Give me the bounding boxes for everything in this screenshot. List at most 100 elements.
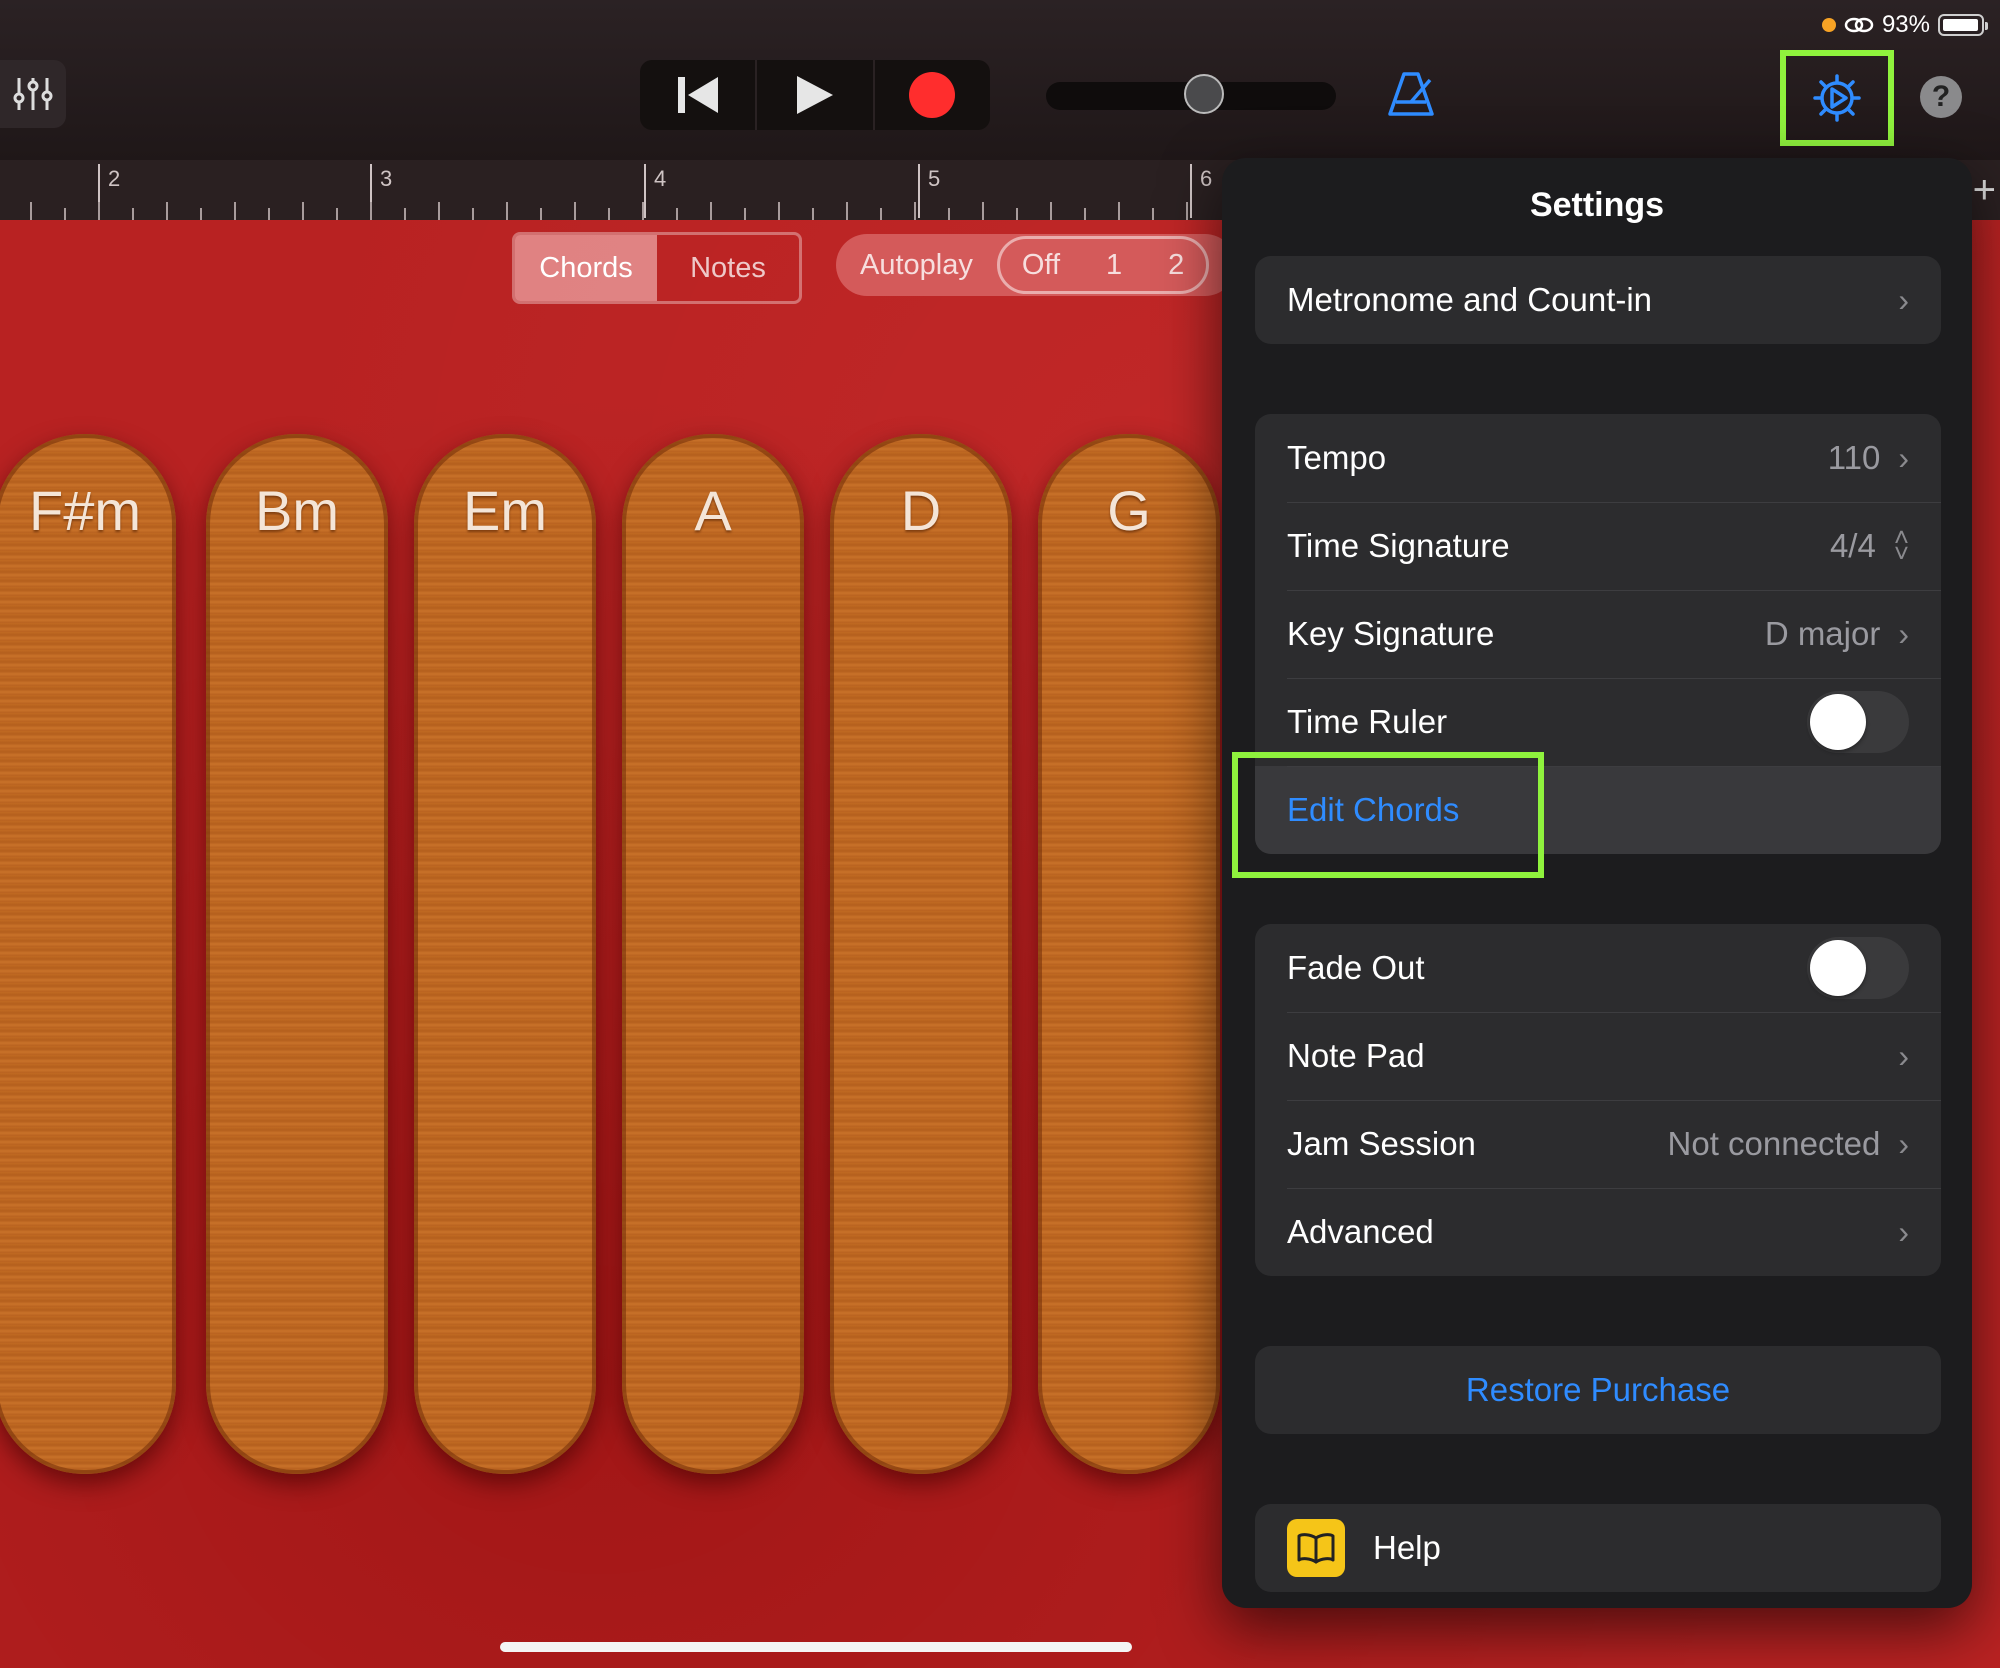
chord-strip-f-sharp-minor[interactable]: F#m: [0, 434, 176, 1474]
settings-gear-icon: [1813, 74, 1861, 122]
volume-slider-thumb[interactable]: [1184, 74, 1224, 114]
help-row[interactable]: Help: [1255, 1504, 1941, 1592]
recording-indicator: [1821, 18, 1836, 32]
mixer-button[interactable]: [0, 60, 66, 128]
status-bar: 93%: [1821, 8, 1988, 42]
ruler-tick: [846, 202, 848, 220]
settings-group-extras: Fade Out Note Pad › Jam Session Not conn…: [1255, 924, 1941, 1276]
metronome-count-in-row[interactable]: Metronome and Count-in ›: [1255, 256, 1941, 344]
help-question-icon: ?: [1931, 80, 1951, 113]
help-button[interactable]: ?: [1920, 76, 1962, 118]
chord-strip-e-minor[interactable]: Em: [414, 434, 596, 1474]
play-icon: [796, 76, 833, 114]
restore-purchase-button[interactable]: Restore Purchase: [1255, 1346, 1941, 1434]
ruler-tick: [234, 202, 236, 220]
settings-group-metronome: Metronome and Count-in ›: [1255, 256, 1941, 344]
settings-group-help: Help: [1255, 1504, 1941, 1592]
ruler-tick: [268, 208, 270, 220]
play-button[interactable]: [757, 60, 875, 130]
ruler-tick: [880, 208, 882, 220]
add-section-button[interactable]: +: [1973, 168, 1996, 213]
metronome-icon: [1388, 72, 1434, 116]
skip-back-icon: [677, 77, 718, 113]
chords-tab[interactable]: Chords: [515, 235, 657, 301]
ruler-bar-label: 4: [654, 166, 667, 191]
ruler-tick: [64, 208, 66, 220]
ruler-tick: [302, 202, 304, 220]
battery-icon: [1938, 14, 1988, 36]
ruler-tick: [812, 208, 814, 220]
fade-out-toggle[interactable]: [1807, 937, 1909, 999]
chevron-right-icon: ›: [1898, 281, 1909, 318]
toolbar: 93% ?: [0, 0, 2000, 160]
autoplay-off[interactable]: Off: [1022, 249, 1060, 282]
ruler-tick: [574, 202, 576, 220]
ruler-tick: [778, 202, 780, 220]
ruler-bar-label: 2: [108, 166, 121, 191]
ruler-tick: [336, 208, 338, 220]
tempo-value: 110: [1827, 439, 1881, 476]
row-label: Jam Session: [1287, 1125, 1476, 1162]
settings-group-purchase: Restore Purchase: [1255, 1346, 1941, 1434]
row-label: Time Ruler: [1287, 703, 1448, 740]
battery-percent: 93%: [1881, 11, 1930, 38]
chord-strip-b-minor[interactable]: Bm: [206, 434, 388, 1474]
chord-label: F#m: [29, 479, 141, 542]
chord-label: G: [1107, 479, 1151, 542]
ruler-tick: [540, 208, 542, 220]
master-volume-slider[interactable]: [1046, 74, 1336, 114]
ruler-tick: [676, 208, 678, 220]
rewind-button[interactable]: [640, 60, 758, 130]
help-label: Help: [1373, 1529, 1441, 1566]
autoplay-options[interactable]: Off 1 2: [996, 236, 1210, 294]
chord-label: Em: [463, 479, 547, 542]
time-ruler-toggle[interactable]: [1807, 691, 1909, 753]
autoplay-selector[interactable]: Autoplay Off 1 2: [836, 234, 1236, 296]
ruler-tick: [1050, 202, 1052, 220]
settings-button[interactable]: [1780, 50, 1894, 146]
chord-strip-g[interactable]: G: [1038, 434, 1220, 1474]
chords-notes-switch[interactable]: Chords Notes: [512, 232, 802, 304]
home-indicator[interactable]: [500, 1642, 1132, 1652]
ruler-tick: [1186, 202, 1188, 220]
ruler-tick: [506, 202, 508, 220]
ruler-tick: [710, 202, 712, 220]
ruler-tick: [982, 202, 984, 220]
metronome-button[interactable]: [1386, 70, 1436, 120]
key-signature-row[interactable]: Key Signature D major ›: [1255, 590, 1941, 678]
record-button[interactable]: [875, 60, 990, 130]
chord-label: A: [694, 479, 732, 542]
ruler-tick: [30, 202, 32, 220]
ruler-tick: [438, 202, 440, 220]
tempo-row[interactable]: Tempo 110 ›: [1255, 414, 1941, 502]
advanced-row[interactable]: Advanced ›: [1255, 1188, 1941, 1276]
time-signature-row[interactable]: Time Signature 4/4 ˄ ˅: [1255, 502, 1941, 590]
chord-strip-d[interactable]: D: [830, 434, 1012, 1474]
autoplay-2[interactable]: 2: [1168, 249, 1184, 282]
row-label: Note Pad: [1287, 1037, 1425, 1074]
record-icon: [909, 72, 956, 118]
ruler-tick: [1118, 202, 1120, 220]
chevron-right-icon: ›: [1898, 1213, 1909, 1250]
ruler-tick: [744, 208, 746, 220]
ruler-tick: [642, 202, 644, 220]
chevron-right-icon: ›: [1898, 1125, 1909, 1162]
notes-tab[interactable]: Notes: [657, 235, 799, 301]
chevron-right-icon: ›: [1898, 615, 1909, 652]
chevron-up-down-icon: ˄ ˅: [1893, 522, 1909, 568]
ruler-tick: [1084, 208, 1086, 220]
jam-session-row[interactable]: Jam Session Not connected ›: [1255, 1100, 1941, 1188]
chord-strip-a[interactable]: A: [622, 434, 804, 1474]
ruler-tick: [608, 208, 610, 220]
settings-popover: Settings Metronome and Count-in › Tempo …: [1222, 158, 1972, 1608]
mixer-icon: [13, 78, 53, 110]
chord-label: D: [900, 479, 942, 542]
ruler-tick: [370, 202, 372, 220]
ruler-tick: [1016, 208, 1018, 220]
ruler-tick: [132, 208, 134, 220]
ruler-tick: [200, 208, 202, 220]
ruler-tick: [98, 202, 100, 220]
autoplay-1[interactable]: 1: [1106, 249, 1122, 282]
transport-controls: [640, 60, 990, 130]
note-pad-row[interactable]: Note Pad ›: [1255, 1012, 1941, 1100]
